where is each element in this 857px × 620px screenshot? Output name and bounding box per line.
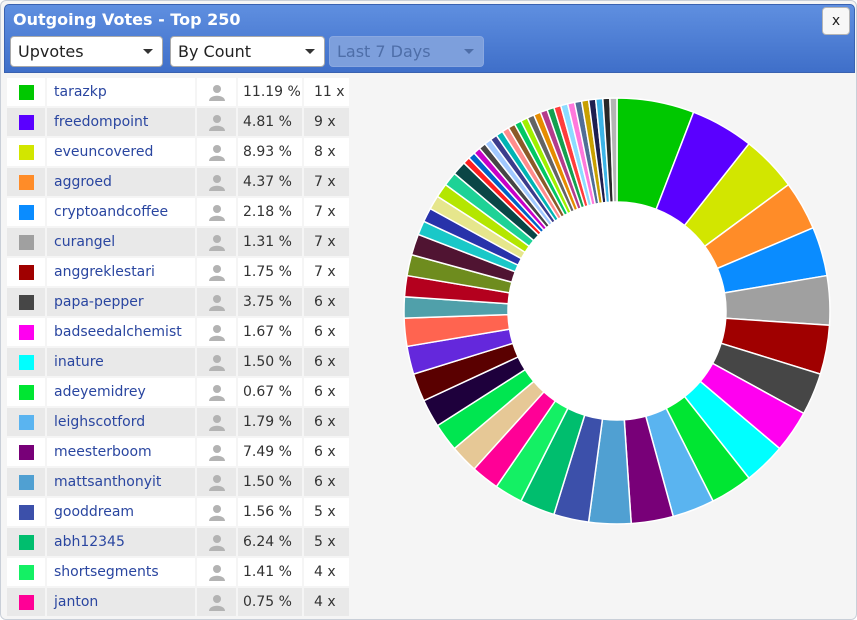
caret-down-icon	[305, 49, 315, 54]
dialog-title: Outgoing Votes - Top 250	[13, 10, 241, 29]
dialog-header: Outgoing Votes - Top 250 x Upvotes By Co…	[4, 4, 855, 73]
caret-down-icon	[464, 49, 474, 54]
sort-select[interactable]: By Count	[170, 36, 325, 67]
votes-donut-chart	[403, 97, 831, 525]
sort-value: By Count	[178, 42, 252, 61]
caret-down-icon	[143, 49, 153, 54]
period-value: Last 7 Days	[337, 42, 431, 61]
dialog-content: tarazkp 11.19 % 11 x freedompoint 4.81 % 9 xe…	[4, 74, 855, 619]
outgoing-votes-dialog: Outgoing Votes - Top 250 x Upvotes By Co…	[0, 0, 857, 620]
vote-type-value: Upvotes	[18, 42, 84, 61]
period-select: Last 7 Days	[329, 36, 484, 67]
vote-type-select[interactable]: Upvotes	[10, 36, 163, 67]
donut-hole	[508, 202, 726, 420]
close-button[interactable]: x	[822, 7, 850, 35]
